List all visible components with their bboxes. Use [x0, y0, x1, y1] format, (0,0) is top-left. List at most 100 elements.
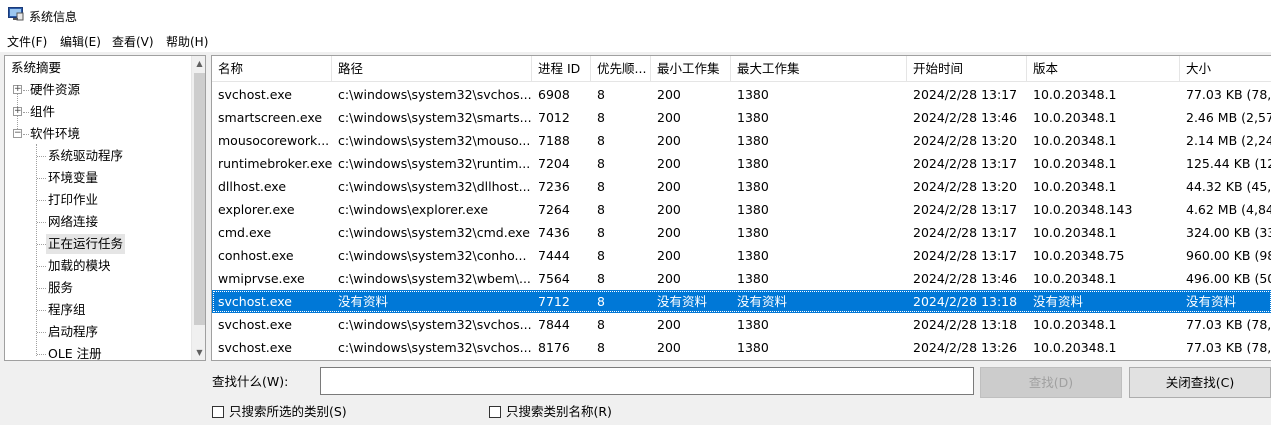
- expand-icon[interactable]: +: [13, 85, 22, 94]
- collapse-icon[interactable]: −: [13, 129, 22, 138]
- cell-priority: 8: [597, 225, 605, 240]
- cell-size: 77.03 KB (78,8: [1186, 340, 1271, 355]
- cell-start-time: 2024/2/28 13:20: [913, 179, 1018, 194]
- tree-item-ole-registration[interactable]: OLE 注册: [48, 344, 102, 360]
- table-row[interactable]: explorer.exe c:\windows\explorer.exe 7264 8…: [212, 198, 1271, 221]
- column-header-path[interactable]: 路径: [332, 56, 532, 82]
- cell-priority: 8: [597, 340, 605, 355]
- table-row[interactable]: smartscreen.exe c:\windows\system32\smart…: [212, 106, 1271, 129]
- column-header-start-time[interactable]: 开始时间: [907, 56, 1027, 82]
- tree-item-startup-programs[interactable]: 启动程序: [48, 322, 98, 342]
- checkbox-box[interactable]: [212, 406, 224, 418]
- title-bar: 系统信息: [0, 0, 1271, 30]
- tree-connector: [36, 144, 37, 356]
- list-header: 名称 路径 进程 ID 优先顺... 最小工作集 最大工作集 开始时间 版本 大…: [212, 56, 1271, 82]
- cell-size: 125.44 KB (12: [1186, 156, 1271, 171]
- checkbox-search-selected-category[interactable]: 只搜索所选的类别(S): [212, 404, 372, 420]
- scroll-up-icon[interactable]: ▲: [192, 56, 205, 71]
- tree-item-loaded-modules[interactable]: 加载的模块: [48, 256, 111, 276]
- column-header-max-working-set[interactable]: 最大工作集: [731, 56, 907, 82]
- tree-item-program-groups[interactable]: 程序组: [48, 300, 86, 320]
- cell-priority: 8: [597, 202, 605, 217]
- cell-name: svchost.exe: [218, 294, 292, 309]
- tree-connector: [37, 266, 46, 267]
- cell-start-time: 2024/2/28 13:26: [913, 340, 1018, 355]
- expand-icon[interactable]: +: [13, 107, 22, 116]
- column-header-version[interactable]: 版本: [1027, 56, 1180, 82]
- cell-max-working-set: 1380: [737, 156, 769, 171]
- cell-max-working-set: 1380: [737, 87, 769, 102]
- tree-item-running-tasks[interactable]: 正在运行任务: [46, 234, 126, 254]
- tree-connector: [37, 332, 46, 333]
- cell-size: 496.00 KB (50: [1186, 271, 1271, 286]
- tree-item-services[interactable]: 服务: [48, 278, 73, 298]
- cell-priority: 8: [597, 294, 605, 309]
- tree-connector: [23, 90, 29, 91]
- close-find-button[interactable]: 关闭查找(C): [1129, 367, 1271, 398]
- menu-edit[interactable]: 编辑(E): [60, 33, 101, 50]
- menu-file[interactable]: 文件(F): [7, 33, 47, 50]
- tree-item-environment-variables[interactable]: 环境变量: [48, 168, 98, 188]
- column-header-pid[interactable]: 进程 ID: [532, 56, 591, 82]
- table-row[interactable]: mousocorework... c:\windows\system32\mous…: [212, 129, 1271, 152]
- tree-item-hardware-resources[interactable]: 硬件资源: [30, 80, 80, 100]
- tree-item-network-connections[interactable]: 网络连接: [48, 212, 98, 232]
- tree-item-components[interactable]: 组件: [30, 102, 55, 122]
- cell-max-working-set: 没有资料: [737, 294, 788, 309]
- tree-scrollbar[interactable]: ▲ ▼: [191, 56, 205, 360]
- tree-item-software-environment[interactable]: 软件环境: [30, 124, 80, 144]
- column-header-min-working-set[interactable]: 最小工作集: [651, 56, 731, 82]
- table-row[interactable]: svchost.exe c:\windows\system32\svchos...…: [212, 313, 1271, 336]
- tree-item-system-summary[interactable]: 系统摘要: [11, 58, 61, 78]
- checkbox-search-category-names[interactable]: 只搜索类别名称(R): [489, 404, 629, 420]
- menu-view[interactable]: 查看(V): [112, 33, 154, 50]
- column-header-size[interactable]: 大小: [1180, 56, 1271, 82]
- find-button[interactable]: 查找(D): [980, 367, 1122, 398]
- cell-start-time: 2024/2/28 13:17: [913, 248, 1018, 263]
- checkbox-box[interactable]: [489, 406, 501, 418]
- tree-item-system-drivers[interactable]: 系统驱动程序: [48, 146, 123, 166]
- menu-help[interactable]: 帮助(H): [166, 33, 208, 50]
- cell-max-working-set: 1380: [737, 271, 769, 286]
- cell-pid: 7264: [538, 202, 570, 217]
- cell-size: 4.62 MB (4,84: [1186, 202, 1271, 217]
- cell-pid: 7204: [538, 156, 570, 171]
- table-row[interactable]: cmd.exe c:\windows\system32\cmd.exe 7436 8 2…: [212, 221, 1271, 244]
- column-header-priority[interactable]: 优先顺...: [591, 56, 651, 82]
- cell-version: 10.0.20348.1: [1033, 87, 1117, 102]
- find-input[interactable]: [320, 367, 974, 395]
- table-row[interactable]: svchost.exe c:\windows\system32\svchos...…: [212, 336, 1271, 359]
- cell-min-working-set: 200: [657, 248, 681, 263]
- cell-max-working-set: 1380: [737, 225, 769, 240]
- tree-connector: [37, 156, 46, 157]
- tree-connector: [37, 310, 46, 311]
- tree-connector: [37, 178, 46, 179]
- cell-path: c:\windows\system32\svchos...: [338, 87, 532, 102]
- column-header-name[interactable]: 名称: [212, 56, 332, 82]
- cell-pid: 7436: [538, 225, 570, 240]
- cell-start-time: 2024/2/28 13:17: [913, 202, 1018, 217]
- table-row[interactable]: svchost.exe c:\windows\system32\svchos...…: [212, 83, 1271, 106]
- cell-start-time: 2024/2/28 13:17: [913, 156, 1018, 171]
- cell-priority: 8: [597, 110, 605, 125]
- table-row[interactable]: runtimebroker.exe c:\windows\system32\run…: [212, 152, 1271, 175]
- tree-connector: [23, 112, 29, 113]
- cell-path: c:\windows\system32\svchos...: [338, 340, 532, 355]
- table-row[interactable]: svchost.exe 没有资料 7712 8 没有资料 没有资料 2024/2/28 13…: [212, 290, 1271, 313]
- cell-max-working-set: 1380: [737, 248, 769, 263]
- cell-pid: 7236: [538, 179, 570, 194]
- table-row[interactable]: dllhost.exe c:\windows\system32\dllhost..…: [212, 175, 1271, 198]
- process-list[interactable]: 名称 路径 进程 ID 优先顺... 最小工作集 最大工作集 开始时间 版本 大…: [211, 55, 1271, 361]
- table-row[interactable]: conhost.exe c:\windows\system32\conho... 7…: [212, 244, 1271, 267]
- cell-path: c:\windows\explorer.exe: [338, 202, 489, 217]
- cell-size: 2.14 MB (2,24: [1186, 133, 1271, 148]
- scroll-down-icon[interactable]: ▼: [192, 345, 205, 360]
- table-row[interactable]: wmiprvse.exe c:\windows\system32\wbem\...…: [212, 267, 1271, 290]
- tree-item-print-jobs[interactable]: 打印作业: [48, 190, 98, 210]
- scrollbar-thumb[interactable]: [194, 73, 205, 325]
- cell-name: wmiprvse.exe: [218, 271, 305, 286]
- category-tree[interactable]: 系统摘要 + 硬件资源 + 组件 − 软件环境 系统驱动程序 环境变量 打印作业…: [4, 55, 206, 361]
- cell-min-working-set: 200: [657, 156, 681, 171]
- cell-path: c:\windows\system32\cmd.exe: [338, 225, 530, 240]
- cell-version: 10.0.20348.1: [1033, 340, 1117, 355]
